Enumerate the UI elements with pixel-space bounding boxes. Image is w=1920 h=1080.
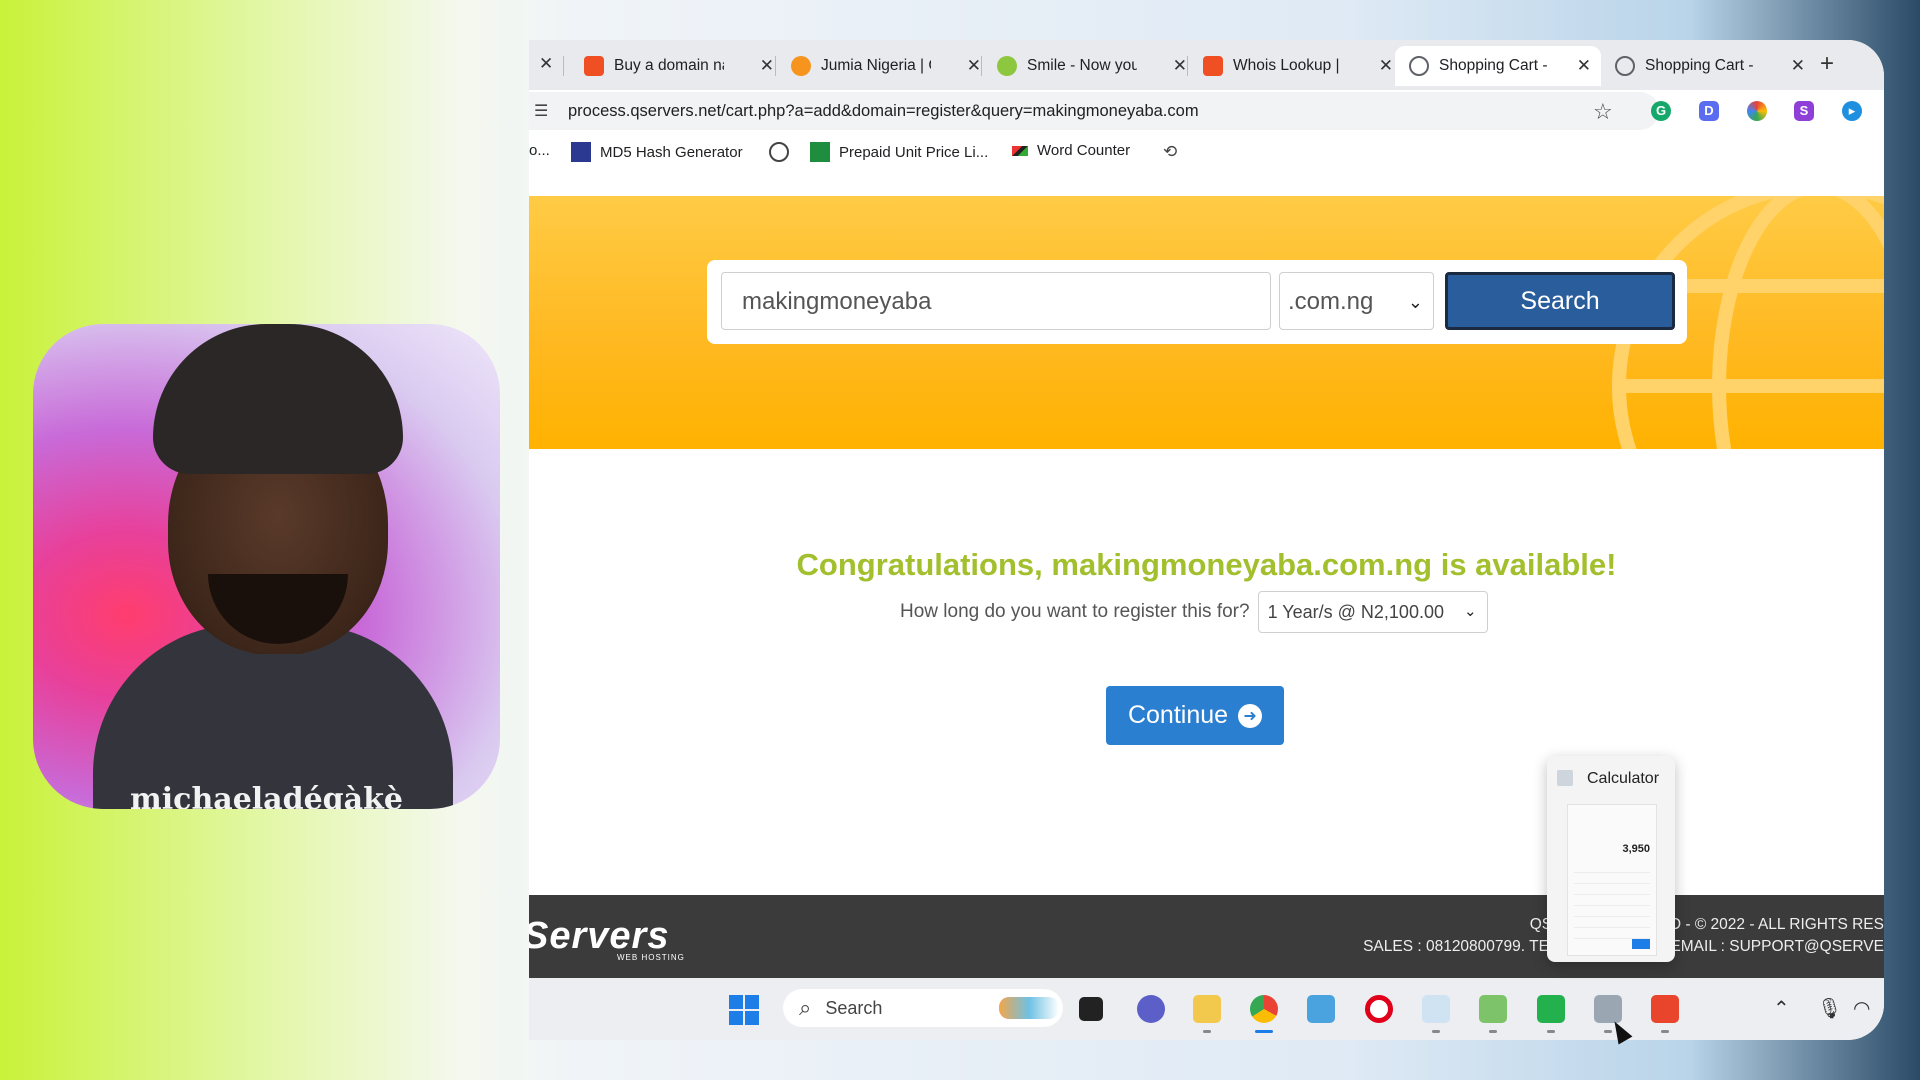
wifi-icon[interactable]: ◠ bbox=[1853, 996, 1870, 1021]
availability-result: Congratulations, makingmoneyaba.com.ng i… bbox=[529, 449, 1884, 894]
microphone-icon[interactable]: 🎙 bbox=[1817, 996, 1842, 1021]
webcam-caption: michaeladégàkè bbox=[130, 782, 403, 809]
search-panel: makingmoneyaba .com.ng ⌄ Search bbox=[707, 260, 1687, 344]
tab-separator bbox=[775, 56, 776, 76]
continue-button[interactable]: Continue ➜ bbox=[1106, 686, 1284, 745]
sheets-icon bbox=[810, 142, 830, 162]
taskbar-search[interactable]: ⌕ Search bbox=[783, 989, 1063, 1027]
d-extension-icon[interactable]: D bbox=[1699, 101, 1719, 121]
bookmark-md5-hash[interactable]: MD5 Hash Generator bbox=[571, 142, 743, 162]
globe-icon bbox=[769, 142, 789, 162]
logo-tagline: WEB HOSTING bbox=[617, 953, 685, 962]
close-icon[interactable]: ✕ bbox=[1791, 56, 1805, 76]
bookmark-prepaid-unit[interactable]: Prepaid Unit Price Li... bbox=[810, 142, 988, 162]
close-icon[interactable]: ✕ bbox=[1173, 56, 1187, 76]
chevron-down-icon: ⌄ bbox=[1464, 603, 1477, 620]
tab-strip: ✕ Buy a domain na ✕ Jumia Nigeria | C ✕ … bbox=[529, 40, 1884, 90]
new-tab-button[interactable]: + bbox=[1820, 50, 1834, 78]
media-extension-icon[interactable]: ▸ bbox=[1842, 101, 1862, 121]
arrow-right-circle-icon: ➜ bbox=[1238, 703, 1263, 728]
domain-search-hero: makingmoneyaba .com.ng ⌄ Search bbox=[529, 196, 1884, 449]
registration-period-select[interactable]: 1 Year/s @ N2,100.00 ⌄ bbox=[1257, 591, 1488, 633]
windows-start-icon[interactable] bbox=[729, 995, 759, 1025]
domain-input[interactable]: makingmoneyaba bbox=[721, 272, 1271, 330]
app-running-indicator bbox=[1547, 1030, 1555, 1033]
calculator-display-value: 3,950 bbox=[1622, 843, 1650, 855]
app-running-indicator bbox=[1661, 1030, 1669, 1033]
app-active-indicator bbox=[1255, 1030, 1273, 1033]
close-icon[interactable]: ✕ bbox=[967, 56, 981, 76]
bookmark-globe[interactable] bbox=[769, 142, 798, 162]
tab-shopping-cart-active[interactable]: Shopping Cart - ✕ bbox=[1395, 46, 1601, 86]
photos-icon[interactable] bbox=[1307, 995, 1335, 1023]
calculator-keypad bbox=[1574, 865, 1650, 949]
calculator-thumbnail: 3,950 bbox=[1567, 804, 1657, 956]
bookmark-item[interactable]: o... bbox=[529, 142, 550, 159]
task-view-icon[interactable] bbox=[1079, 997, 1103, 1021]
calculator-equals-key bbox=[1632, 939, 1650, 949]
site-footer: Servers WEB HOSTING QSERVERS LIMITED - ©… bbox=[529, 895, 1884, 978]
bookmarks-bar: o... MD5 Hash Generator Prepaid Unit Pri… bbox=[529, 132, 1884, 170]
close-icon[interactable]: ✕ bbox=[1379, 56, 1393, 76]
calculator-preview-popup[interactable]: Calculator 3,950 bbox=[1547, 756, 1675, 962]
address-bar: ☰ process.qservers.net/cart.php?a=add&do… bbox=[529, 90, 1884, 132]
registration-period-row: How long do you want to register this fo… bbox=[900, 591, 1488, 633]
search-highlight-icon bbox=[999, 997, 1059, 1019]
tab-buy-domain[interactable]: Buy a domain na ✕ bbox=[584, 46, 784, 86]
bookmark-word-counter[interactable]: Word Counter bbox=[1012, 142, 1130, 159]
notepad-icon[interactable] bbox=[1479, 995, 1507, 1023]
color-picker-extension-icon[interactable] bbox=[1747, 101, 1767, 121]
s-extension-icon[interactable]: S bbox=[1794, 101, 1814, 121]
site-settings-icon[interactable]: ☰ bbox=[534, 101, 556, 121]
qservers-logo: Servers bbox=[529, 915, 670, 957]
globe-icon bbox=[1409, 56, 1429, 76]
calculator-preview-title: Calculator bbox=[1587, 770, 1660, 787]
tab-whois[interactable]: Whois Lookup | ✕ bbox=[1203, 46, 1403, 86]
url-text[interactable]: process.qservers.net/cart.php?a=add&doma… bbox=[568, 102, 1199, 121]
opera-icon[interactable] bbox=[1365, 995, 1393, 1023]
close-icon[interactable]: ✕ bbox=[1577, 56, 1591, 76]
chevron-down-icon: ⌄ bbox=[1407, 292, 1423, 312]
camtasia-icon[interactable] bbox=[1537, 995, 1565, 1023]
tab-separator bbox=[1187, 56, 1188, 76]
globe-icon bbox=[1615, 56, 1635, 76]
file-explorer-icon[interactable] bbox=[1193, 995, 1221, 1023]
grammarly-extension-icon[interactable]: G bbox=[1651, 101, 1671, 121]
availability-message: Congratulations, makingmoneyaba.com.ng i… bbox=[796, 547, 1617, 582]
app-running-indicator bbox=[1203, 1030, 1211, 1033]
close-icon[interactable]: ✕ bbox=[539, 54, 553, 74]
webcam-overlay: michaeladégàkè bbox=[33, 324, 500, 809]
tab-shopping-cart[interactable]: Shopping Cart - ✕ bbox=[1615, 46, 1815, 86]
chevron-up-icon[interactable]: ⌃ bbox=[1773, 996, 1790, 1021]
registration-question: How long do you want to register this fo… bbox=[900, 601, 1250, 622]
app-running-indicator bbox=[1489, 1030, 1497, 1033]
close-icon[interactable]: ✕ bbox=[760, 56, 774, 76]
md5-tool-icon bbox=[571, 142, 591, 162]
omnibox[interactable]: ☰ process.qservers.net/cart.php?a=add&do… bbox=[529, 92, 1659, 130]
teams-chat-icon[interactable] bbox=[1137, 995, 1165, 1023]
tab-separator bbox=[981, 56, 982, 76]
chrome-icon[interactable] bbox=[1250, 995, 1278, 1023]
tab-separator bbox=[563, 56, 564, 76]
history-icon[interactable]: ⟲ bbox=[1163, 142, 1177, 162]
person-beanie bbox=[153, 324, 403, 474]
tab-jumia[interactable]: Jumia Nigeria | C ✕ bbox=[791, 46, 991, 86]
search-button[interactable]: Search bbox=[1445, 272, 1675, 330]
word-counter-icon bbox=[1012, 145, 1028, 156]
tld-select[interactable]: .com.ng ⌄ bbox=[1279, 272, 1434, 330]
qservers-favicon-icon bbox=[1203, 56, 1223, 76]
calculator-icon bbox=[1557, 770, 1573, 786]
app-running-indicator bbox=[1432, 1030, 1440, 1033]
tab-smile[interactable]: Smile - Now you ✕ bbox=[997, 46, 1197, 86]
qservers-favicon-icon bbox=[584, 56, 604, 76]
smile-favicon-icon bbox=[997, 56, 1017, 76]
recorder-icon[interactable] bbox=[1651, 995, 1679, 1023]
jumia-favicon-icon bbox=[791, 56, 811, 76]
search-icon: ⌕ bbox=[799, 995, 812, 1020]
bookmark-star-icon[interactable]: ☆ bbox=[1593, 99, 1613, 125]
performance-monitor-icon[interactable] bbox=[1422, 995, 1450, 1023]
browser-window: ✕ Buy a domain na ✕ Jumia Nigeria | C ✕ … bbox=[529, 40, 1884, 1040]
windows-taskbar: ⌕ Search ⌃ 🎙 ◠ bbox=[529, 978, 1884, 1040]
